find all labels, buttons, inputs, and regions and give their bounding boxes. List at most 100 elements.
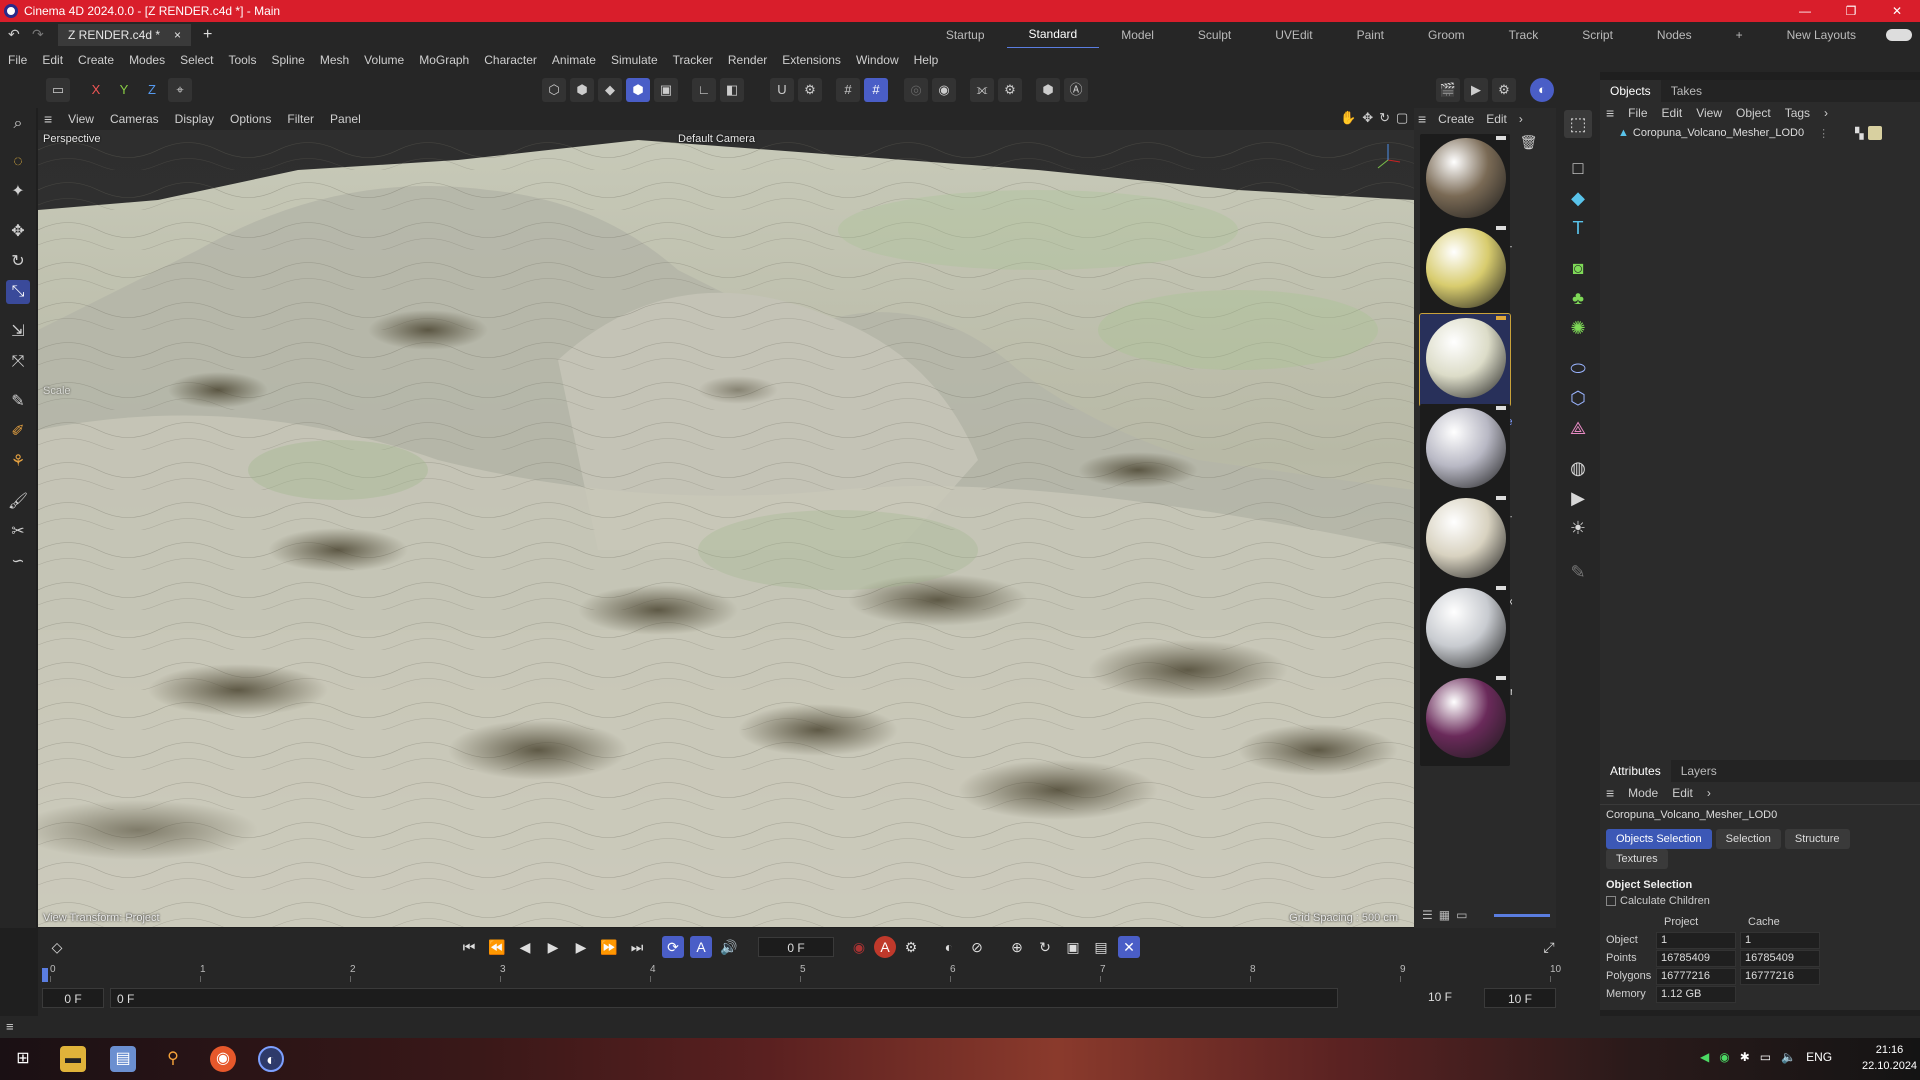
snap-settings-icon[interactable]: ⚙	[798, 78, 822, 102]
view-menu-cameras[interactable]: Cameras	[110, 112, 159, 126]
chevron-right-icon[interactable]: ›	[1707, 786, 1711, 800]
edit-render-settings-icon[interactable]: ⚙	[1492, 78, 1516, 102]
field-icon[interactable]: ⬭	[1564, 354, 1592, 382]
document-tab[interactable]: Z RENDER.c4d * ×	[58, 24, 192, 46]
play-icon[interactable]: ▶	[542, 936, 564, 958]
close-tab-icon[interactable]: ×	[174, 24, 181, 46]
spline-smooth-icon[interactable]: ⚘	[6, 450, 30, 474]
subdivision-icon[interactable]: ◙	[1564, 254, 1592, 282]
uv-mode-icon[interactable]: ▣	[654, 78, 678, 102]
playhead[interactable]	[42, 968, 48, 982]
menu-help[interactable]: Help	[914, 53, 939, 67]
minimize-button[interactable]: —	[1782, 0, 1828, 22]
bluetooth-icon[interactable]: ✱	[1740, 1050, 1750, 1064]
axis-mode-icon[interactable]: ∟	[692, 78, 716, 102]
placement-tool-icon[interactable]: ⤧	[6, 350, 30, 374]
file-explorer-icon[interactable]: ▬	[60, 1046, 86, 1072]
material-swatch[interactable]	[1420, 494, 1510, 586]
view-menu-view[interactable]: View	[68, 112, 94, 126]
next-key-icon[interactable]: ⏩	[598, 936, 620, 958]
cinema4d-home-icon[interactable]: ◐	[1530, 78, 1554, 102]
preview-range-icon[interactable]: A	[690, 936, 712, 958]
cube-icon[interactable]: ◆	[1564, 184, 1592, 212]
layout-tab-plus[interactable]: +	[1714, 22, 1765, 48]
phong-tag-icon[interactable]: ▚	[1855, 127, 1863, 140]
keyframe-selection-icon[interactable]: ⚙	[900, 936, 922, 958]
menu-edit[interactable]: Edit	[42, 53, 63, 67]
null-icon[interactable]: ⬡	[1564, 384, 1592, 412]
next-frame-icon[interactable]: ▶	[570, 936, 592, 958]
objects-menu-file[interactable]: File	[1628, 106, 1647, 120]
status-menu-icon[interactable]: ≡	[6, 1019, 14, 1034]
attributes-tab-attributes[interactable]: Attributes	[1600, 760, 1671, 782]
perspective-viewport[interactable]: Perspective Default Camera Scale View Tr…	[38, 130, 1414, 927]
grid-view-icon[interactable]: ▦	[1439, 908, 1450, 922]
firefox-icon[interactable]: ◉	[210, 1046, 236, 1072]
knife-icon[interactable]: ✂	[6, 520, 30, 544]
transform-tool-icon[interactable]: ⇲	[6, 320, 30, 344]
magnet-tool-icon[interactable]: ∽	[6, 550, 30, 574]
selection-tool-icon[interactable]: ◌	[6, 150, 30, 174]
sketch-tool-icon[interactable]: ✐	[6, 420, 30, 444]
thumbnail-size-slider[interactable]	[1494, 914, 1550, 917]
attributes-tab-layers[interactable]: Layers	[1671, 760, 1727, 782]
layout-tab-uvedit[interactable]: UVEdit	[1253, 22, 1334, 48]
view-menu-panel[interactable]: Panel	[330, 112, 361, 126]
material-swatch[interactable]	[1420, 674, 1510, 766]
plane-icon[interactable]: □	[1564, 154, 1592, 182]
view-menu-options[interactable]: Options	[230, 112, 271, 126]
material-menu-create[interactable]: Create	[1438, 112, 1474, 126]
layout-tab-startup[interactable]: Startup	[924, 22, 1007, 48]
move-tool-icon[interactable]: ✥	[6, 220, 30, 244]
material-swatch[interactable]	[1420, 404, 1510, 496]
layout-tab-standard[interactable]: Standard	[1006, 21, 1100, 49]
material-swatch[interactable]	[1420, 134, 1510, 226]
menu-animate[interactable]: Animate	[552, 53, 596, 67]
text-icon[interactable]: T	[1564, 214, 1592, 242]
symmetry-settings-icon[interactable]: ⚙	[998, 78, 1022, 102]
notepad-icon[interactable]: ▤	[110, 1046, 136, 1072]
attributes-menu-edit[interactable]: Edit	[1672, 786, 1693, 800]
layout-tab-sculpt[interactable]: Sculpt	[1176, 22, 1253, 48]
orbit-icon[interactable]: ↻	[1379, 110, 1390, 126]
close-window-button[interactable]: ✕	[1874, 0, 1920, 22]
key-position-icon[interactable]: ◐	[938, 936, 960, 958]
list-view-icon[interactable]: ☰	[1422, 908, 1433, 922]
coordinate-system-icon[interactable]: ⌖	[168, 78, 192, 102]
layout-toggle[interactable]	[1886, 29, 1912, 41]
x-axis-button[interactable]: X	[84, 78, 108, 102]
render-settings-icon[interactable]: ◉	[932, 78, 956, 102]
tray-app-icon[interactable]: ◀	[1700, 1050, 1709, 1064]
large-view-icon[interactable]: ▭	[1456, 908, 1467, 922]
rotate-tool-icon[interactable]: ↻	[6, 250, 30, 274]
menu-mesh[interactable]: Mesh	[320, 53, 349, 67]
clock[interactable]: 21:16 22.10.2024	[1862, 1042, 1917, 1074]
objects-tab-objects[interactable]: Objects	[1600, 80, 1661, 102]
menu-render[interactable]: Render	[728, 53, 767, 67]
layout-tab-track[interactable]: Track	[1487, 22, 1561, 48]
chevron-right-icon[interactable]: ›	[1824, 106, 1828, 120]
camera-name[interactable]: Default Camera	[678, 133, 755, 145]
material-tag-icon[interactable]	[1867, 126, 1882, 140]
language-indicator[interactable]: ENG	[1806, 1050, 1832, 1064]
menu-window[interactable]: Window	[856, 53, 899, 67]
go-to-start-icon[interactable]: ⏮	[458, 936, 480, 958]
key-pla-icon[interactable]: ▣	[1062, 936, 1084, 958]
view-menu-display[interactable]: Display	[175, 112, 214, 126]
prev-key-icon[interactable]: ⏪	[486, 936, 508, 958]
calculate-children-checkbox[interactable]	[1606, 896, 1616, 906]
timeline-ruler[interactable]: 0 1 2 3 4 5 6 7 8 9 10	[42, 964, 1562, 984]
xpresso-icon[interactable]: ⟁	[1564, 414, 1592, 442]
cinema4d-taskbar-icon[interactable]: ◐	[258, 1046, 284, 1072]
attr-button-structure[interactable]: Structure	[1784, 829, 1850, 849]
layout-tab-model[interactable]: Model	[1099, 22, 1176, 48]
model-mode-icon[interactable]: ⬢	[626, 78, 650, 102]
object-row[interactable]: ▲ Coropuna_Volcano_Mesher_LOD0 ⋮ ▚	[1600, 124, 1920, 142]
redo-icon[interactable]: ↷	[32, 26, 44, 43]
menu-extensions[interactable]: Extensions	[782, 53, 841, 67]
current-frame-field[interactable]: 0 F	[758, 937, 834, 957]
max-frame-field[interactable]: 10 F	[1484, 988, 1556, 1008]
symmetry-icon[interactable]: ⟗	[970, 78, 994, 102]
layout-tab-new-layouts[interactable]: New Layouts	[1765, 22, 1878, 48]
auto-key-icon[interactable]: Ⓐ	[1064, 78, 1088, 102]
